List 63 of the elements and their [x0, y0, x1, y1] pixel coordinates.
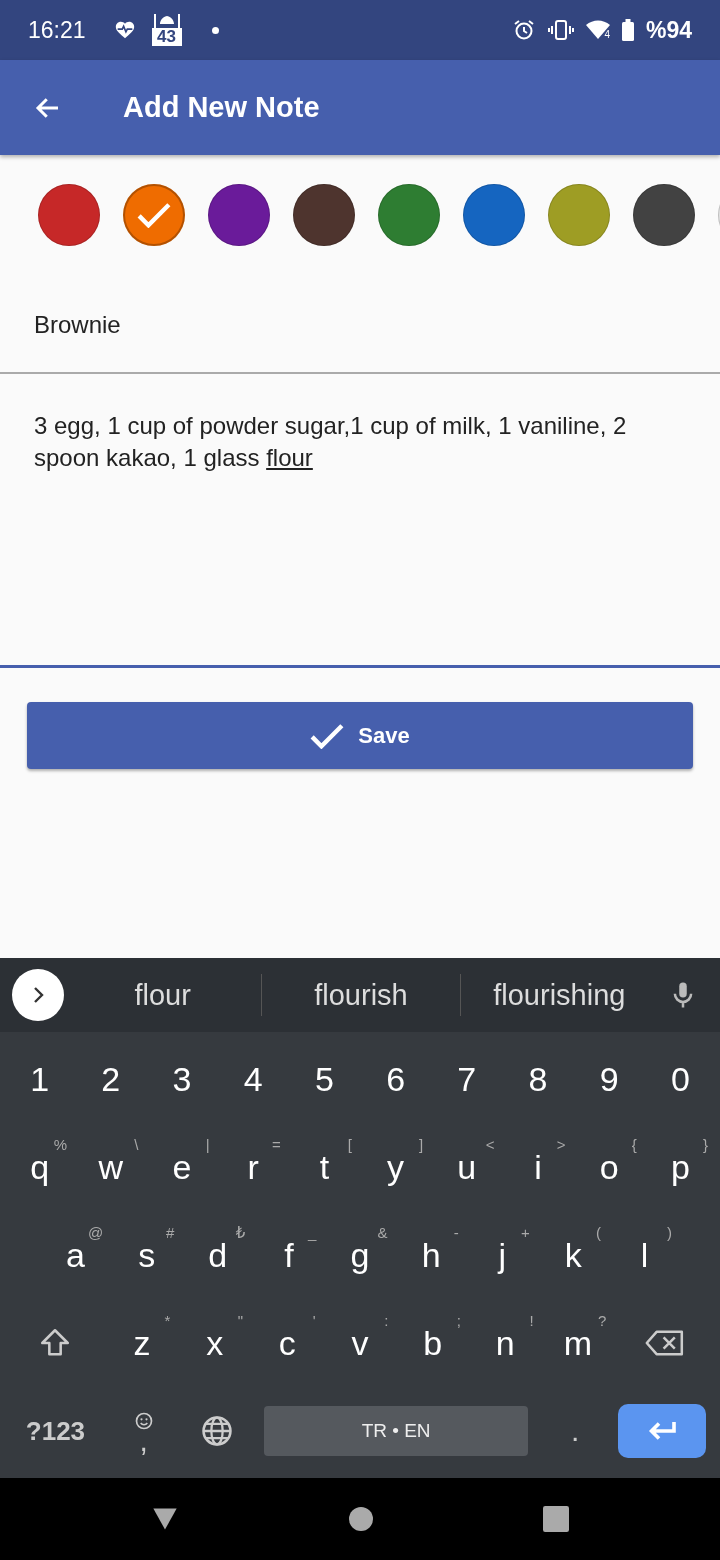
keyboard-key[interactable]: x ": [178, 1304, 252, 1382]
keyboard-key[interactable]: c ': [251, 1304, 324, 1382]
expand-button[interactable]: [12, 969, 64, 1021]
backspace-icon: [645, 1329, 686, 1357]
keyboard-key[interactable]: f _: [253, 1216, 325, 1294]
vibrate-icon: [548, 18, 575, 42]
keyboard-key[interactable]: 1: [4, 1040, 76, 1118]
home-circle-icon[interactable]: [349, 1507, 373, 1531]
suggestion[interactable]: flourish: [262, 958, 460, 1032]
keyboard-key[interactable]: y ]: [360, 1128, 432, 1206]
clock-time: 16:21: [28, 16, 86, 44]
notification-dot: [211, 26, 219, 34]
keyboard-key[interactable]: v :: [323, 1304, 397, 1382]
keyboard-key[interactable]: g &: [324, 1216, 396, 1294]
battery-icon: [621, 19, 634, 41]
wifi-icon: 4: [586, 20, 610, 40]
keyboard-key[interactable]: 9: [573, 1040, 645, 1118]
keyboard-key[interactable]: 3: [146, 1040, 218, 1118]
space-bar[interactable]: TR • EN: [263, 1406, 529, 1456]
keyboard-key[interactable]: j +: [466, 1216, 538, 1294]
checkmark-icon: [310, 722, 345, 749]
keyboard-key[interactable]: t [: [288, 1128, 360, 1206]
keyboard-key[interactable]: d ₺: [182, 1216, 254, 1294]
keyboard-key[interactable]: 2: [75, 1040, 147, 1118]
title-input-field[interactable]: Brownie: [0, 291, 720, 374]
keyboard-key[interactable]: o {: [573, 1128, 645, 1206]
keyboard-key[interactable]: b ;: [396, 1304, 469, 1382]
save-button[interactable]: Save: [27, 702, 693, 769]
checkmark-icon: [137, 202, 171, 228]
keyboard-key[interactable]: m ?: [541, 1304, 615, 1382]
keyboard-key[interactable]: p }: [644, 1128, 717, 1206]
comma-key[interactable]: ,: [106, 1392, 181, 1470]
keyboard-key[interactable]: h -: [395, 1216, 467, 1294]
keyboard-key[interactable]: w \: [75, 1128, 147, 1206]
keyboard-key[interactable]: n !: [469, 1304, 542, 1382]
keyboard-key[interactable]: 6: [360, 1040, 432, 1118]
mosque-badge: 43: [151, 14, 182, 46]
keyboard-key[interactable]: e |: [146, 1128, 218, 1206]
keyboard-key[interactable]: 4: [217, 1040, 289, 1118]
keyboard-key[interactable]: u <: [431, 1128, 503, 1206]
keyboard-key[interactable]: 7: [431, 1040, 503, 1118]
keyboard-key[interactable]: q %: [4, 1128, 76, 1206]
globe-icon: [200, 1414, 235, 1448]
smiley-icon: [133, 1411, 154, 1431]
keyboard-key[interactable]: 5: [288, 1040, 360, 1118]
keyboard-key[interactable]: a @: [40, 1216, 112, 1294]
keyboard-key[interactable]: 0: [644, 1040, 717, 1118]
symbols-key[interactable]: ?123: [4, 1392, 107, 1470]
suggestion[interactable]: flour: [64, 958, 262, 1032]
keyboard-key[interactable]: s #: [111, 1216, 183, 1294]
keyboard-key[interactable]: 8: [502, 1040, 574, 1118]
keyboard-key[interactable]: i >: [502, 1128, 574, 1206]
note-body-field[interactable]: 3 egg, 1 cup of powder sugar,1 cup of milk, 1 vaniline, 2 spoon kakao, 1 glass flour: [0, 374, 720, 668]
battery-level: %94: [645, 16, 692, 44]
keyboard-key[interactable]: r =: [217, 1128, 289, 1206]
suggestion[interactable]: flourishing: [460, 958, 658, 1032]
heart-icon: [113, 19, 136, 41]
screen-title: Add New Note: [123, 91, 320, 124]
period-key[interactable]: .: [538, 1392, 612, 1470]
keyboard-key[interactable]: k (: [537, 1216, 609, 1294]
keyboard-key[interactable]: z *: [105, 1304, 179, 1382]
enter-key[interactable]: [617, 1404, 706, 1458]
keyboard-key[interactable]: l ): [608, 1216, 680, 1294]
